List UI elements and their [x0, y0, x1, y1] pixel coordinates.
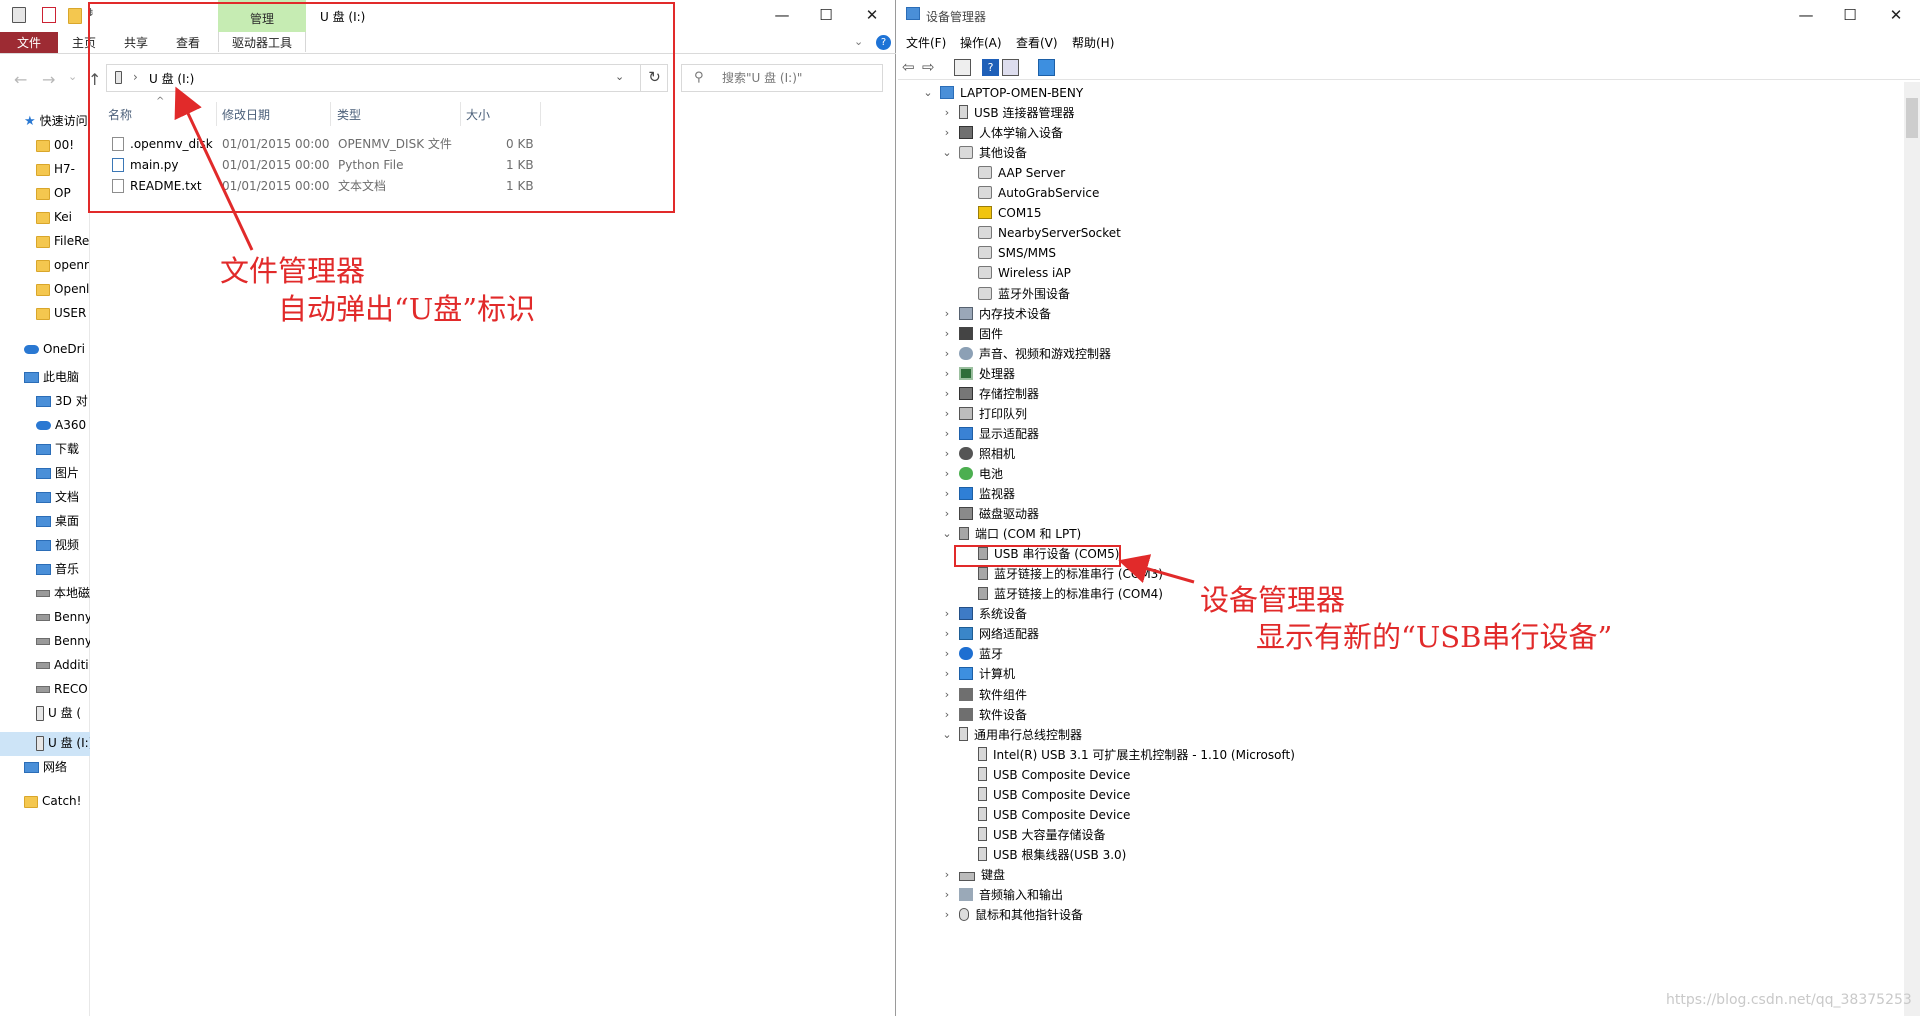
annotation-arrows — [174, 86, 1195, 584]
watermark: https://blog.csdn.net/qq_38375253 — [1666, 992, 1912, 1008]
arrow-to-usb-serial — [1118, 554, 1195, 584]
arrow-to-usb-drive — [174, 86, 254, 251]
